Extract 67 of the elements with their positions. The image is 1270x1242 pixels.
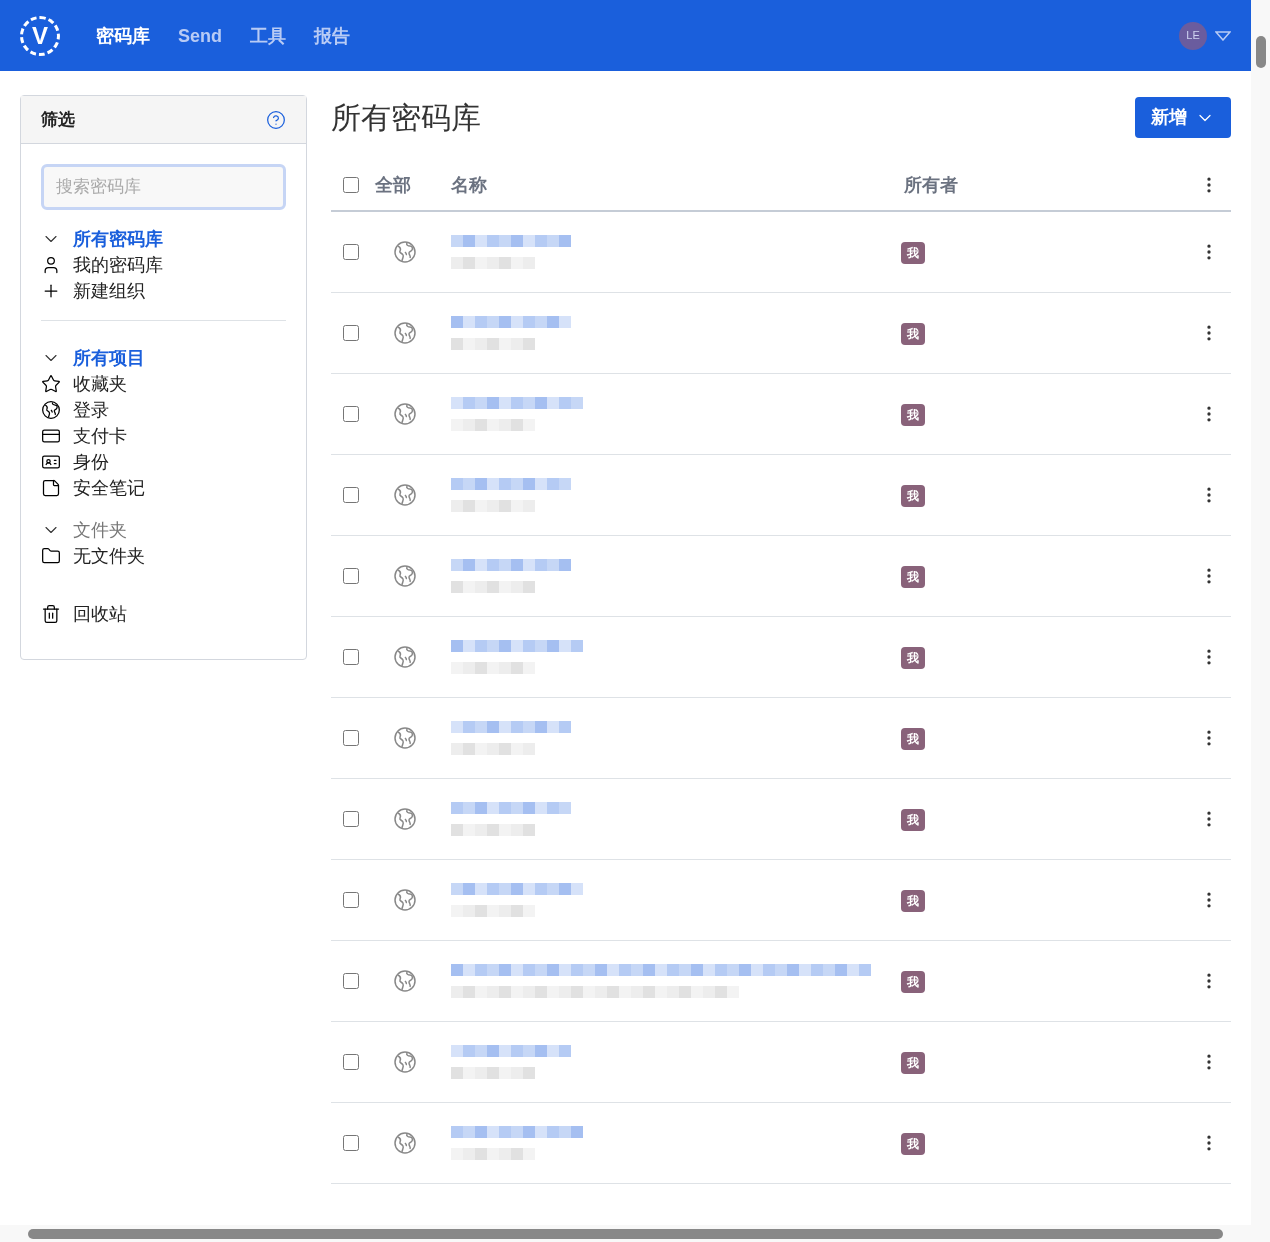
filter-item[interactable]: 我的密码库 [73, 251, 163, 279]
filter-item[interactable]: 身份 [73, 448, 109, 476]
globe-icon [393, 1131, 417, 1155]
filter-item[interactable]: 回收站 [73, 600, 127, 628]
globe-icon [393, 969, 417, 993]
globe-icon [393, 402, 417, 426]
panel-title: 筛选 [41, 108, 75, 131]
horizontal-scrollbar[interactable] [0, 1225, 1251, 1242]
note-icon [41, 478, 61, 498]
row-checkbox[interactable] [343, 568, 359, 584]
globe-icon [393, 240, 417, 264]
row-checkbox[interactable] [343, 487, 359, 503]
column-header: 所有者 [904, 173, 959, 197]
select-all-checkbox[interactable] [343, 177, 359, 193]
owner-badge: 我 [901, 242, 925, 264]
nav-link[interactable]: 密码库 [96, 21, 150, 50]
page-title: 所有密码库 [331, 100, 481, 136]
globe-icon [393, 807, 417, 831]
owner-badge: 我 [901, 404, 925, 426]
globe-icon [393, 564, 417, 588]
caret-icon[interactable] [1215, 30, 1231, 41]
filter-item[interactable]: 无文件夹 [73, 542, 145, 570]
globe-icon [393, 645, 417, 669]
search-field[interactable]: 搜索密码库 [41, 164, 286, 210]
filter-item[interactable]: 支付卡 [73, 422, 127, 450]
owner-badge: 我 [901, 323, 925, 345]
help-icon[interactable] [266, 109, 286, 130]
globe-icon [393, 321, 417, 345]
row-checkbox[interactable] [343, 973, 359, 989]
row-checkbox[interactable] [343, 406, 359, 422]
trash-icon [41, 604, 61, 624]
owner-badge: 我 [901, 566, 925, 588]
star-icon [41, 374, 61, 394]
owner-badge: 我 [901, 1133, 925, 1155]
row-checkbox[interactable] [343, 892, 359, 908]
owner-badge: 我 [901, 971, 925, 993]
filter-item[interactable]: 新建组织 [73, 277, 145, 305]
row-checkbox[interactable] [343, 244, 359, 260]
owner-badge: 我 [901, 1052, 925, 1074]
filter-heading[interactable]: 所有密码库 [73, 225, 163, 253]
filter-item[interactable]: 收藏夹 [73, 370, 127, 398]
row-checkbox[interactable] [343, 1054, 359, 1070]
filter-item[interactable]: 安全笔记 [73, 474, 145, 502]
logo-icon: V [20, 15, 60, 56]
row-checkbox[interactable] [343, 649, 359, 665]
column-header: 名称 [451, 173, 488, 197]
filter-item[interactable]: 登录 [73, 396, 109, 424]
folder-icon [41, 546, 61, 566]
globe-icon [393, 888, 417, 912]
row-checkbox[interactable] [343, 1135, 359, 1151]
globe-icon [41, 400, 61, 420]
row-checkbox[interactable] [343, 811, 359, 827]
filter-heading[interactable]: 文件夹 [73, 516, 127, 544]
globe-icon [393, 1050, 417, 1074]
owner-badge: 我 [901, 728, 925, 750]
row-checkbox[interactable] [343, 325, 359, 341]
new-button[interactable]: 新增 [1135, 97, 1231, 138]
owner-badge: 我 [901, 647, 925, 669]
owner-badge: 我 [901, 485, 925, 507]
column-header: 全部 [375, 173, 412, 197]
avatar[interactable]: LE [1179, 21, 1207, 50]
globe-icon [393, 483, 417, 507]
owner-badge: 我 [901, 890, 925, 912]
filter-heading[interactable]: 所有项目 [73, 344, 145, 372]
row-checkbox[interactable] [343, 730, 359, 746]
globe-icon [393, 726, 417, 750]
owner-badge: 我 [901, 809, 925, 831]
